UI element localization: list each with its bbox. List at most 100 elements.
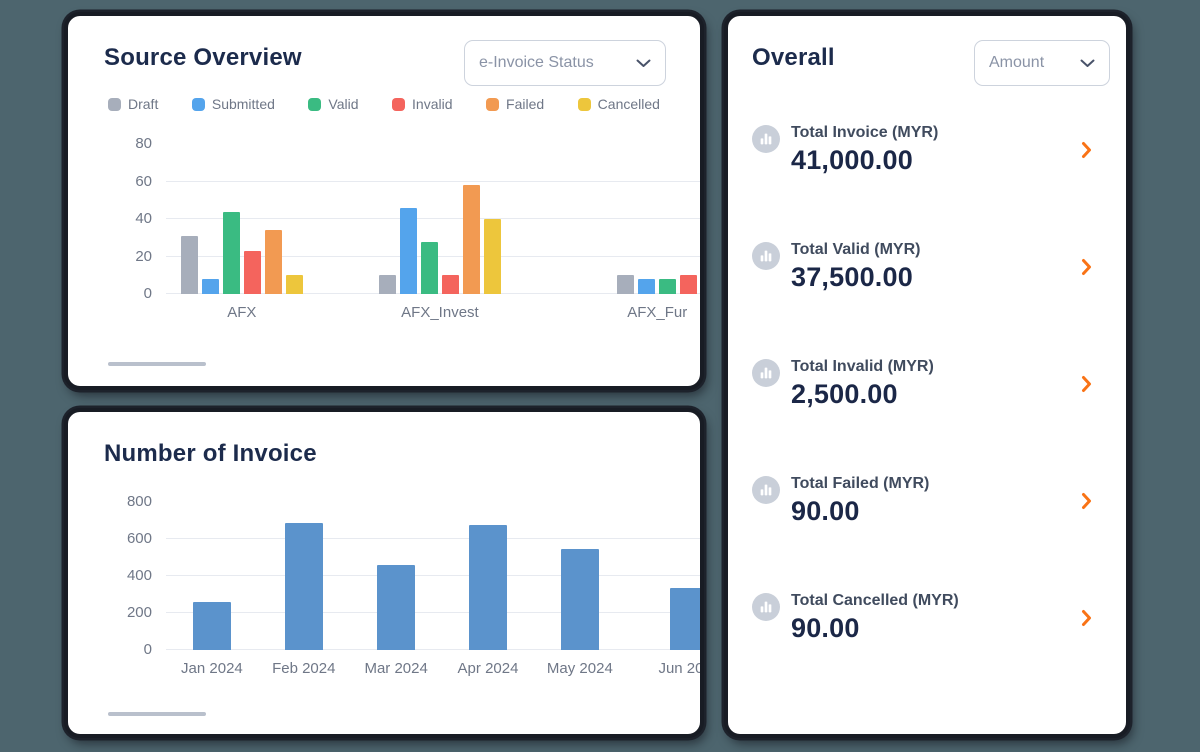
y-axis-tick: 600 (127, 530, 152, 548)
x-axis-label: May 2024 (547, 660, 613, 677)
item-value: 90.00 (791, 613, 959, 644)
bar[interactable] (377, 565, 415, 650)
legend-label: Valid (328, 96, 358, 112)
page-title: Number of Invoice (68, 412, 700, 468)
legend-item-draft[interactable]: Draft (108, 96, 158, 112)
chevron-right-icon[interactable] (1081, 609, 1092, 627)
bar-group (379, 144, 501, 294)
bar-group (285, 502, 323, 650)
legend-swatch (108, 98, 121, 111)
source-overview-card: Source Overview e-Invoice Status Draft S… (64, 12, 704, 390)
plot-area (166, 144, 700, 294)
y-axis-tick: 60 (135, 173, 152, 191)
number-of-invoice-card: Number of Invoice 0200400600800 Jan 2024… (64, 408, 704, 738)
legend-item-valid[interactable]: Valid (308, 96, 358, 112)
legend-swatch (392, 98, 405, 111)
bar[interactable] (244, 251, 261, 294)
y-axis-tick: 0 (144, 641, 152, 659)
bar[interactable] (285, 523, 323, 650)
invoice-count-chart: 0200400600800 Jan 2024Feb 2024Mar 2024Ap… (68, 502, 700, 684)
bar[interactable] (561, 549, 599, 650)
legend-label: Cancelled (598, 96, 660, 112)
bar[interactable] (617, 275, 634, 294)
legend-label: Invalid (412, 96, 452, 112)
bar[interactable] (442, 275, 459, 294)
bar-group (561, 502, 599, 650)
y-axis: 0200400600800 (104, 502, 152, 650)
chevron-right-icon[interactable] (1081, 258, 1092, 276)
gridline (166, 612, 700, 613)
bar[interactable] (463, 185, 480, 294)
bar[interactable] (469, 525, 507, 650)
dropdown-value: Amount (989, 54, 1044, 72)
bar[interactable] (265, 230, 282, 294)
bar[interactable] (202, 279, 219, 294)
list-item-total-cancelled[interactable]: Total Cancelled (MYR) 90.00 (752, 592, 1092, 644)
bar-chart-icon (752, 476, 780, 504)
legend-item-submitted[interactable]: Submitted (192, 96, 275, 112)
chart-scrollbar-thumb[interactable] (108, 362, 206, 366)
x-axis-label: AFX_Fur (627, 304, 687, 321)
x-axis-label: Apr 2024 (458, 660, 519, 677)
y-axis-tick: 0 (144, 285, 152, 303)
source-overview-chart: 020406080 AFXAFX_InvestAFX_Fur (68, 144, 700, 328)
gridline (166, 575, 700, 576)
chevron-down-icon (636, 59, 651, 68)
bar[interactable] (286, 275, 303, 294)
amount-dropdown[interactable]: Amount (974, 40, 1110, 86)
bar[interactable] (400, 208, 417, 294)
legend-item-failed[interactable]: Failed (486, 96, 544, 112)
item-label: Total Cancelled (MYR) (791, 592, 959, 610)
item-label: Total Invalid (MYR) (791, 358, 934, 376)
bar[interactable] (659, 279, 676, 294)
bar[interactable] (421, 242, 438, 295)
item-label: Total Invoice (MYR) (791, 124, 938, 142)
bar-group (181, 144, 303, 294)
chevron-right-icon[interactable] (1081, 141, 1092, 159)
list-item-total-invoice[interactable]: Total Invoice (MYR) 41,000.00 (752, 124, 1092, 176)
item-value: 41,000.00 (791, 145, 938, 176)
legend-item-cancelled[interactable]: Cancelled (578, 96, 660, 112)
x-axis: AFXAFX_InvestAFX_Fur (166, 294, 700, 328)
y-axis-tick: 80 (135, 135, 152, 153)
bar-chart-icon (752, 125, 780, 153)
legend-swatch (308, 98, 321, 111)
bar[interactable] (638, 279, 655, 294)
chart-legend: Draft Submitted Valid Invalid Failed Can… (68, 96, 700, 112)
bar[interactable] (680, 275, 697, 294)
bar[interactable] (670, 588, 700, 650)
bar-chart-icon (752, 242, 780, 270)
item-value: 37,500.00 (791, 262, 920, 293)
x-axis-label: Jun 2024 (658, 660, 700, 677)
y-axis-tick: 40 (135, 210, 152, 228)
legend-label: Submitted (212, 96, 275, 112)
x-axis-label: Feb 2024 (272, 660, 335, 677)
legend-item-invalid[interactable]: Invalid (392, 96, 452, 112)
overall-items-list: Total Invoice (MYR) 41,000.00 Total Vali… (752, 124, 1092, 644)
bar[interactable] (379, 275, 396, 294)
bar-group (377, 502, 415, 650)
list-item-total-valid[interactable]: Total Valid (MYR) 37,500.00 (752, 241, 1092, 293)
chevron-right-icon[interactable] (1081, 375, 1092, 393)
bar[interactable] (193, 602, 231, 650)
legend-swatch (192, 98, 205, 111)
y-axis-tick: 400 (127, 567, 152, 585)
chevron-right-icon[interactable] (1081, 492, 1092, 510)
list-item-total-invalid[interactable]: Total Invalid (MYR) 2,500.00 (752, 358, 1092, 410)
bar[interactable] (223, 212, 240, 295)
bar[interactable] (181, 236, 198, 294)
x-axis-label: AFX (227, 304, 256, 321)
bar[interactable] (484, 219, 501, 294)
x-axis: Jan 2024Feb 2024Mar 2024Apr 2024May 2024… (166, 650, 700, 684)
x-axis-label: Jan 2024 (181, 660, 243, 677)
item-value: 2,500.00 (791, 379, 934, 410)
dashboard-background: { "colors": { "background": "#4d656e", "… (0, 0, 1200, 752)
chart-scrollbar-thumb[interactable] (108, 712, 206, 716)
y-axis-tick: 20 (135, 248, 152, 266)
e-invoice-status-dropdown[interactable]: e-Invoice Status (464, 40, 666, 86)
legend-label: Failed (506, 96, 544, 112)
plot-area (166, 502, 700, 650)
bar-chart-icon (752, 593, 780, 621)
item-label: Total Failed (MYR) (791, 475, 929, 493)
list-item-total-failed[interactable]: Total Failed (MYR) 90.00 (752, 475, 1092, 527)
